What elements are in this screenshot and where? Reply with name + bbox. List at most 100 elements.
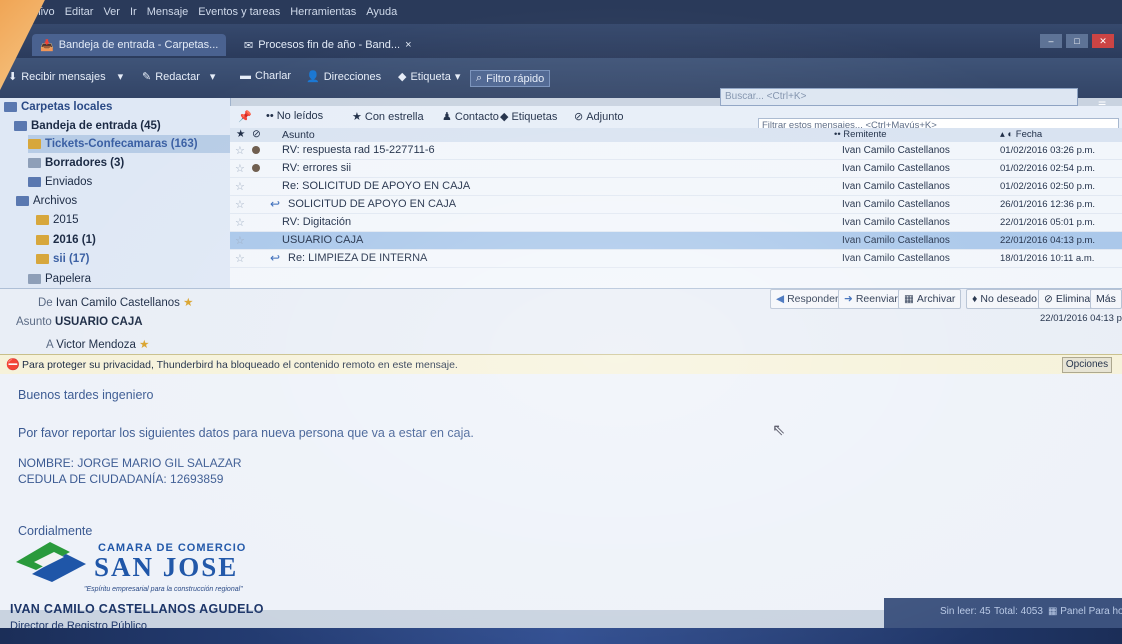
table-row[interactable]: ☆ RV: Digitación Ivan Camilo Castellanos…: [230, 214, 1122, 232]
star-icon[interactable]: ☆: [235, 216, 245, 229]
message-subject: RV: errores sii: [282, 162, 352, 174]
menu-editar[interactable]: Editar: [65, 6, 94, 18]
today-pane-button[interactable]: ▦ Panel Para hoy: [1048, 606, 1122, 617]
filter-unread[interactable]: •• No leídos: [266, 110, 323, 122]
star-icon[interactable]: ☆: [235, 144, 245, 157]
table-row[interactable]: ☆ ↩ SOLICITUD DE APOYO EN CAJA Ivan Cami…: [230, 196, 1122, 214]
folder-drafts[interactable]: Borradores (3): [28, 154, 124, 172]
folder-archives[interactable]: Archivos: [16, 192, 77, 210]
minimize-icon[interactable]: –: [1040, 34, 1062, 48]
screen: Archivo Editar Ver Ir Mensaje Eventos y …: [0, 0, 1122, 644]
pin-icon[interactable]: 📌: [238, 110, 252, 123]
folder-archives-label: Archivos: [33, 195, 78, 207]
folder-icon: [36, 215, 49, 225]
star-icon[interactable]: ★: [139, 339, 149, 351]
mouse-cursor-icon: ⇖: [772, 422, 786, 439]
delete-icon: ⊘: [1044, 293, 1053, 305]
column-subject[interactable]: Asunto: [282, 129, 315, 141]
filter-attachment[interactable]: ⊘ Adjunto: [574, 110, 624, 124]
subject-label: Asunto: [16, 316, 52, 328]
message-subject: Re: SOLICITUD DE APOYO EN CAJA: [282, 180, 471, 192]
menu-eventos[interactable]: Eventos y tareas: [198, 6, 280, 18]
get-mail-button[interactable]: ⬇ Recibir mensajes ▾: [8, 70, 123, 84]
body-id-line: CEDULA DE CIUDADANÍA: 12693859: [18, 472, 224, 486]
flame-icon: ♦: [972, 293, 978, 305]
table-row[interactable]: ☆ Re: SOLICITUD DE APOYO EN CAJA Ivan Ca…: [230, 178, 1122, 196]
menu-ayuda[interactable]: Ayuda: [366, 6, 397, 18]
tab-message-label: Procesos fin de año - Band...: [258, 39, 401, 51]
options-button[interactable]: Opciones: [1062, 357, 1112, 373]
star-icon[interactable]: ☆: [235, 234, 245, 247]
tab-message[interactable]: ✉ Procesos fin de año - Band... ×: [236, 34, 420, 56]
folder-2015[interactable]: 2015: [36, 211, 79, 229]
folder-2015-label: 2015: [53, 214, 79, 226]
table-row[interactable]: ☆ ↩ Re: LIMPIEZA DE INTERNA Ivan Camilo …: [230, 250, 1122, 268]
filter-tags[interactable]: ◆ Etiquetas: [500, 110, 557, 124]
folder-tickets-label: Tickets-Confecamaras (163): [45, 138, 198, 150]
table-row[interactable]: ☆ RV: errores sii Ivan Camilo Castellano…: [230, 160, 1122, 178]
close-icon[interactable]: ✕: [1092, 34, 1114, 48]
star-column-icon[interactable]: ★: [236, 128, 245, 140]
archive-button[interactable]: ▦ Archivar: [898, 289, 962, 309]
star-icon[interactable]: ☆: [235, 180, 245, 193]
total-count: Total: 4053: [994, 606, 1043, 617]
person-icon: 👤: [306, 71, 320, 83]
message-date: 22/01/2016 05:01 p.m.: [1000, 217, 1096, 228]
folder-2016[interactable]: 2016 (1): [36, 231, 96, 249]
folder-2016-label: 2016 (1): [53, 234, 96, 246]
from-value[interactable]: Ivan Camilo Castellanos: [56, 297, 180, 309]
junk-button[interactable]: ♦ No deseado: [966, 289, 1043, 309]
more-button[interactable]: Más: [1090, 289, 1122, 309]
compose-button[interactable]: ✎ Redactar ▾: [142, 70, 216, 84]
folder-tickets[interactable]: Tickets-Confecamaras (163): [28, 135, 230, 153]
folder-local[interactable]: Carpetas locales: [4, 98, 112, 116]
tab-close-icon[interactable]: ×: [405, 39, 411, 51]
folder-sent[interactable]: Enviados: [28, 173, 92, 191]
star-icon[interactable]: ☆: [235, 252, 245, 265]
star-icon[interactable]: ☆: [235, 162, 245, 175]
blocked-content-icon: ⛔: [6, 359, 20, 371]
folder-inbox-label: Bandeja de entrada (45): [31, 120, 161, 132]
column-sender[interactable]: •• Remitente: [834, 129, 887, 140]
from-label: De: [38, 297, 53, 309]
menu-ver[interactable]: Ver: [103, 6, 120, 18]
reply-button[interactable]: ◀ Responder: [770, 289, 845, 309]
menu-ir[interactable]: Ir: [130, 6, 137, 18]
forward-button[interactable]: ➜ Reenviar: [838, 289, 904, 309]
filter-starred[interactable]: ★ Con estrella: [352, 110, 424, 124]
chat-button[interactable]: ▬ Charlar: [240, 70, 291, 82]
menu-herramientas[interactable]: Herramientas: [290, 6, 356, 18]
menu-mensaje[interactable]: Mensaje: [147, 6, 189, 18]
folder-trash[interactable]: Papelera: [28, 270, 91, 288]
to-value[interactable]: Victor Mendoza: [56, 339, 136, 351]
star-icon[interactable]: ★: [183, 297, 193, 309]
column-date[interactable]: ▴ ◐ Fecha: [1000, 129, 1042, 140]
folder-sii[interactable]: sii (17): [36, 250, 89, 268]
filter-contact[interactable]: ♟ Contacto: [442, 110, 499, 124]
table-row-selected[interactable]: ☆ USUARIO CAJA Ivan Camilo Castellanos 2…: [230, 232, 1122, 250]
body-line: Por favor reportar los siguientes datos …: [18, 426, 474, 440]
star-icon[interactable]: ☆: [235, 198, 245, 211]
logo-main-text: SAN JOSE: [94, 552, 239, 582]
address-book-button[interactable]: 👤 Direcciones: [306, 70, 381, 84]
folder-sii-label: sii (17): [53, 253, 90, 265]
star-icon: ★: [352, 111, 362, 123]
folder-inbox[interactable]: Bandeja de entrada (45): [14, 117, 161, 135]
chat-label: Charlar: [255, 70, 292, 82]
archive-icon: [16, 196, 29, 206]
inbox-folder-icon: [14, 121, 27, 131]
subject-row: Asunto USUARIO CAJA: [16, 316, 143, 328]
quick-filter-button[interactable]: ⌕ Filtro rápido: [470, 70, 551, 87]
search-input[interactable]: Buscar... <Ctrl+K>: [720, 88, 1078, 106]
chevron-down-icon: ▾: [209, 71, 216, 83]
tab-inbox[interactable]: 📥 Bandeja de entrada - Carpetas...: [32, 34, 227, 56]
message-list: ☆ RV: respuesta rad 15-227711-6 Ivan Cam…: [230, 142, 1122, 288]
quick-filter-bar: 📌 •• No leídos ★ Con estrella ♟ Contacto…: [230, 106, 1122, 134]
quick-filter-label: Filtro rápido: [486, 72, 545, 85]
tag-button[interactable]: ◆ Etiqueta ▾: [398, 70, 460, 84]
maximize-icon[interactable]: □: [1066, 34, 1088, 48]
message-date: 18/01/2016 10:11 a.m.: [1000, 253, 1095, 264]
attachment-column-icon[interactable]: ⊘: [252, 128, 261, 140]
message-date: 26/01/2016 12:36 p.m.: [1000, 199, 1096, 210]
table-row[interactable]: ☆ RV: respuesta rad 15-227711-6 Ivan Cam…: [230, 142, 1122, 160]
